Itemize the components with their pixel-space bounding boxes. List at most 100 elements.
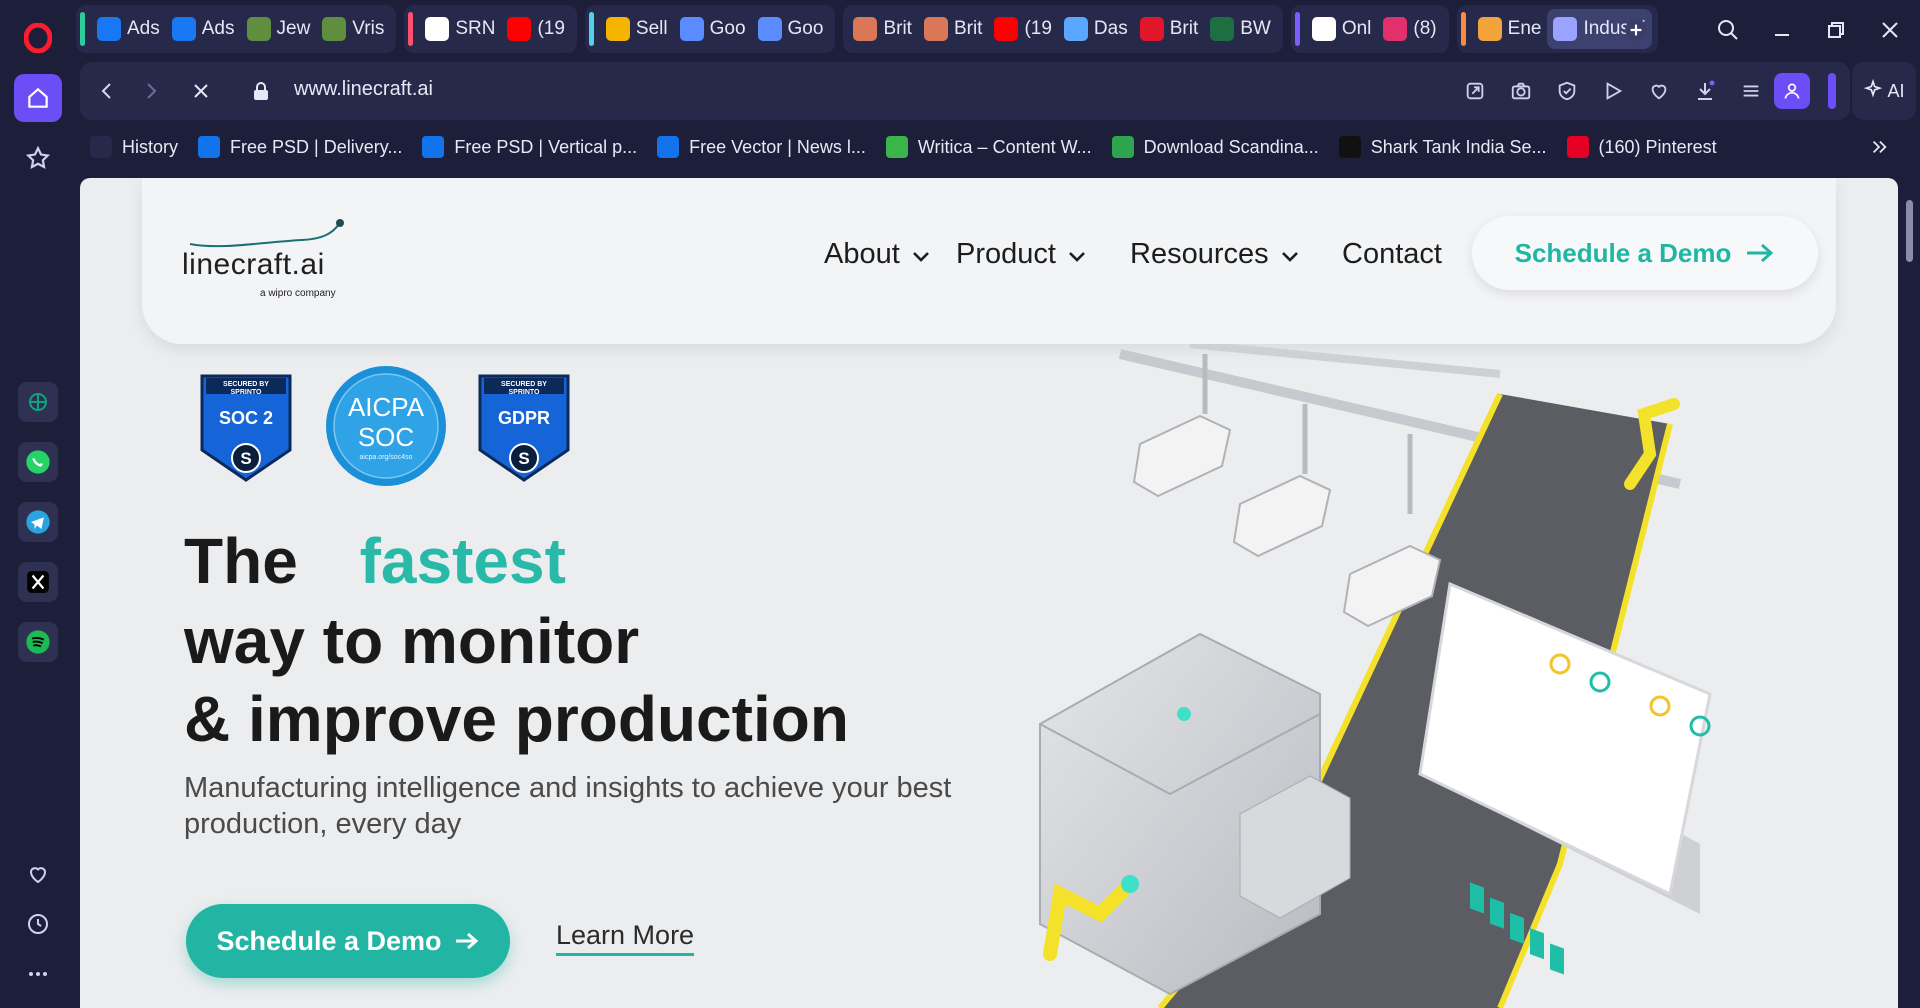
meta-icon: [171, 17, 196, 41]
aicpa-line1: AICPA: [347, 392, 425, 422]
browser-tab[interactable]: Goo: [674, 9, 752, 49]
bookmarks-overflow-icon[interactable]: [1866, 134, 1892, 160]
browser-tab[interactable]: BW: [1204, 9, 1277, 49]
soc2-badge-top: SECURED BY SPRINTO: [223, 381, 269, 396]
browser-tab[interactable]: (8): [1377, 9, 1442, 49]
nav-resources[interactable]: Resources: [1130, 238, 1299, 271]
pinterest-icon: [1566, 136, 1589, 158]
browser-tab[interactable]: Goo: [752, 9, 830, 49]
header-schedule-demo-button[interactable]: Schedule a Demo: [1472, 216, 1818, 290]
new-tab-icon[interactable]: [1620, 14, 1652, 46]
aicpa-line2: SOC: [357, 422, 415, 452]
ai-button[interactable]: AI: [1852, 62, 1916, 120]
tab-title: BW: [1240, 18, 1271, 39]
browser-tab[interactable]: Sell: [600, 9, 674, 49]
logo-swoosh-icon: [189, 219, 344, 248]
profile-icon[interactable]: [1774, 73, 1810, 109]
tab-group-color-bar: [588, 12, 594, 46]
svg-text:S: S: [518, 449, 529, 468]
browser-tab[interactable]: Ads: [91, 9, 166, 49]
tab-group[interactable]: Onl (8): [1290, 5, 1449, 53]
browser-tab[interactable]: Brit: [847, 9, 918, 49]
learn-more-link[interactable]: Learn More: [556, 920, 695, 956]
bookmark-label: Free PSD | Delivery...: [230, 136, 403, 157]
linecraft-logo[interactable]: linecraft.ai a wipro company: [182, 212, 352, 299]
browser-tab[interactable]: (19: [988, 9, 1057, 49]
bookmark-item[interactable]: Free PSD | Vertical p...: [412, 130, 647, 164]
tab-title: (19: [537, 18, 565, 39]
youtube-icon: [994, 17, 1019, 41]
bookmark-item[interactable]: History: [80, 130, 188, 164]
browser-tab[interactable]: (19: [501, 9, 570, 49]
bookmark-label: Free PSD | Vertical p...: [454, 136, 638, 157]
close-window-icon[interactable]: [1874, 14, 1906, 46]
more-dots-icon[interactable]: [14, 950, 62, 998]
browser-tab[interactable]: Onl: [1306, 9, 1378, 49]
tab-group-color-bar: [408, 12, 414, 46]
nav-product[interactable]: Product: [956, 238, 1086, 271]
heart-icon[interactable]: [14, 850, 62, 898]
bookmark-item[interactable]: Download Scandina...: [1102, 130, 1329, 164]
lock-icon[interactable]: [246, 76, 276, 106]
bookmark-item[interactable]: Free Vector | News l...: [647, 130, 876, 164]
tab-title: Onl: [1341, 18, 1372, 39]
sheets-icon: [605, 17, 630, 41]
star-icon[interactable]: [14, 134, 62, 182]
tab-title: Vris: [352, 18, 385, 39]
scrollbar-thumb[interactable]: [1906, 200, 1913, 262]
browser-tab[interactable]: Jew: [241, 9, 317, 49]
browser-tab[interactable]: Brit: [918, 9, 989, 49]
logo-text: linecraft.ai: [182, 248, 325, 281]
soc2-badge-label: SOC 2: [218, 408, 274, 428]
excel-icon: [1210, 17, 1235, 41]
stop-loading-icon[interactable]: [186, 76, 216, 106]
settings-sliders-icon[interactable]: [1736, 76, 1766, 106]
restore-icon[interactable]: [1820, 14, 1852, 46]
share-icon[interactable]: [1460, 76, 1490, 106]
clock-icon: [90, 136, 112, 158]
bookmark-item[interactable]: Writica – Content W...: [876, 130, 1102, 164]
browser-tab[interactable]: Ads: [166, 9, 241, 49]
telegram-icon[interactable]: [18, 502, 58, 542]
bookmark-item[interactable]: (160) Pinterest: [1557, 130, 1727, 164]
browser-tab[interactable]: SRN: [419, 9, 501, 49]
home-icon[interactable]: [14, 74, 62, 122]
whatsapp-icon[interactable]: [18, 442, 58, 482]
bookmark-item[interactable]: Shark Tank India Se...: [1329, 130, 1557, 164]
browser-tab[interactable]: Vris: [316, 9, 390, 49]
camera-icon[interactable]: [1506, 76, 1536, 106]
forward-icon[interactable]: [136, 76, 166, 106]
chatgpt-icon[interactable]: [18, 382, 58, 422]
play-icon[interactable]: [1598, 76, 1628, 106]
minimize-icon[interactable]: [1766, 14, 1798, 46]
nav-contact[interactable]: Contact: [1342, 238, 1442, 271]
hero-schedule-demo-button[interactable]: Schedule a Demo: [186, 904, 510, 978]
tab-group[interactable]: Ads Ads Jew Vris: [76, 5, 397, 53]
opera-logo-icon[interactable]: [20, 20, 56, 56]
history-clock-icon[interactable]: [14, 900, 62, 948]
tab-group[interactable]: Sell Goo Goo: [584, 5, 836, 53]
nav-about[interactable]: About: [824, 238, 930, 271]
browser-tab[interactable]: Ene: [1472, 9, 1548, 49]
spotify-icon[interactable]: [18, 622, 58, 662]
tab-group[interactable]: Brit Brit (19 Das Brit BW: [843, 5, 1283, 53]
favorite-heart-icon[interactable]: [1644, 76, 1674, 106]
browser-tab[interactable]: Brit: [1134, 9, 1205, 49]
tab-title: Brit: [883, 18, 912, 39]
hero-subtitle: Manufacturing intelligence and insights …: [184, 772, 952, 840]
bookmark-label: History: [122, 136, 179, 157]
download-icon[interactable]: [1690, 76, 1720, 106]
freepik-icon: [198, 136, 221, 158]
page-scrollbar[interactable]: [1900, 178, 1920, 1008]
shield-icon[interactable]: [1552, 76, 1582, 106]
search-tabs-icon[interactable]: [1712, 14, 1744, 46]
tab-group[interactable]: SRN (19: [404, 5, 577, 53]
tab-group-color-bar: [1294, 12, 1300, 46]
browser-tab[interactable]: Das: [1058, 9, 1134, 49]
ai-sparkle-icon: [1863, 78, 1883, 104]
x-twitter-icon[interactable]: [18, 562, 58, 602]
shopify-icon: [322, 17, 347, 41]
url-text[interactable]: www.linecraft.ai: [294, 78, 433, 101]
back-icon[interactable]: [92, 76, 122, 106]
bookmark-item[interactable]: Free PSD | Delivery...: [188, 130, 412, 164]
